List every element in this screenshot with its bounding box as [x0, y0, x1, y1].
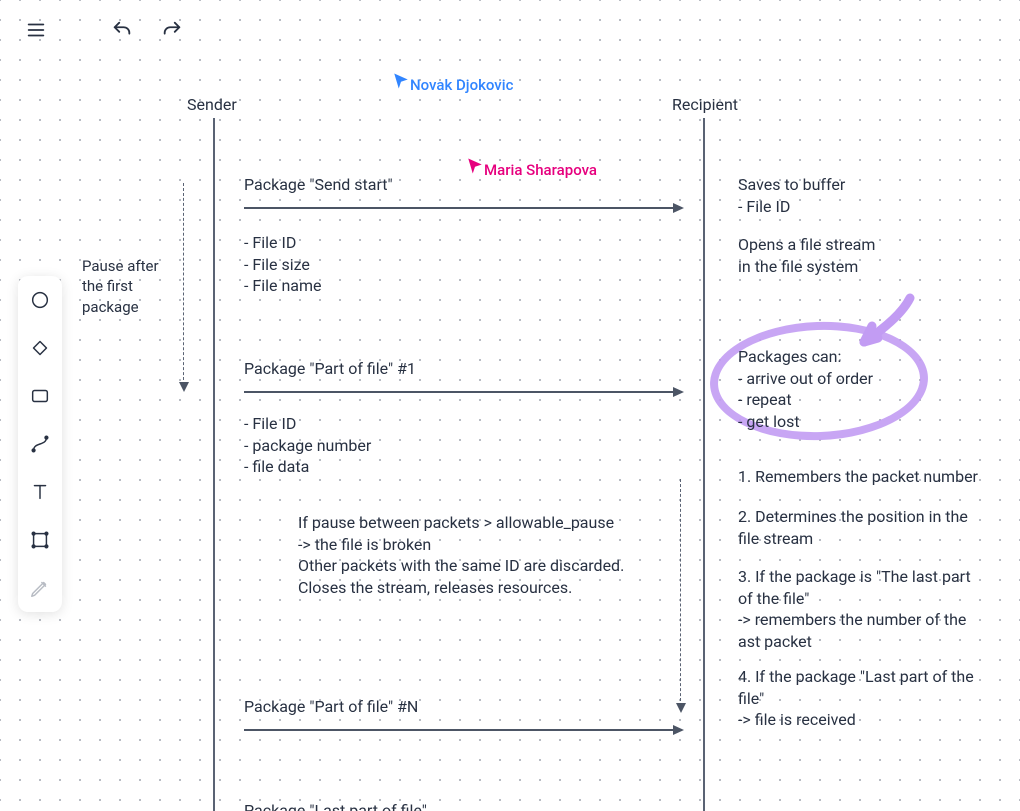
sender-header: Sender	[187, 94, 237, 116]
recipient-lifeline	[703, 118, 705, 811]
pause-note: Pause after the first package	[82, 256, 159, 317]
pkg-last-title: Package "Last part of file"	[244, 800, 427, 811]
timeout-dashed-arrow	[680, 479, 681, 711]
recipient-step-1: 1. Remembers the packet number	[738, 466, 978, 488]
pkg-part1-title: Package "Part of file" #1	[244, 358, 416, 380]
recipient-step-4: 4. If the package "Last part of the file…	[738, 666, 974, 731]
recipient-buffer: Saves to buffer - File ID	[738, 174, 845, 217]
pause-dashed-arrow	[183, 183, 184, 390]
pkg-send-start-title: Package "Send start"	[244, 174, 393, 196]
collaborator-name-2: Maria Sharapova	[484, 161, 597, 179]
recipient-header: Recipient	[672, 94, 738, 116]
recipient-step-2: 2. Determines the position in the file s…	[738, 506, 968, 549]
pkg-partN-title: Package "Part of file" #N	[244, 696, 418, 718]
arrow-part1	[244, 391, 682, 393]
recipient-step-3: 3. If the package is "The last part of t…	[738, 566, 971, 652]
collaborator-name-1: Novak Djokovic	[410, 76, 513, 94]
collaborator-cursor-2: Maria Sharapova	[466, 157, 484, 179]
collaborator-cursor-1: Novak Djokovic	[392, 72, 410, 94]
pkg-part1-body: - File ID - package number - file data	[244, 413, 371, 478]
canvas[interactable]: Sender Recipient Novak Djokovic Maria Sh…	[0, 0, 1020, 811]
pkg-send-start-body: - File ID - File size - File name	[244, 232, 322, 297]
arrow-partN	[244, 729, 682, 731]
recipient-open-stream: Opens a file stream in the file system	[738, 234, 875, 277]
packages-can: Packages can: - arrive out of order - re…	[738, 346, 873, 432]
sender-lifeline	[213, 118, 215, 811]
arrow-send-start	[244, 207, 682, 209]
timeout-note: If pause between packets > allowable_pau…	[298, 512, 624, 598]
